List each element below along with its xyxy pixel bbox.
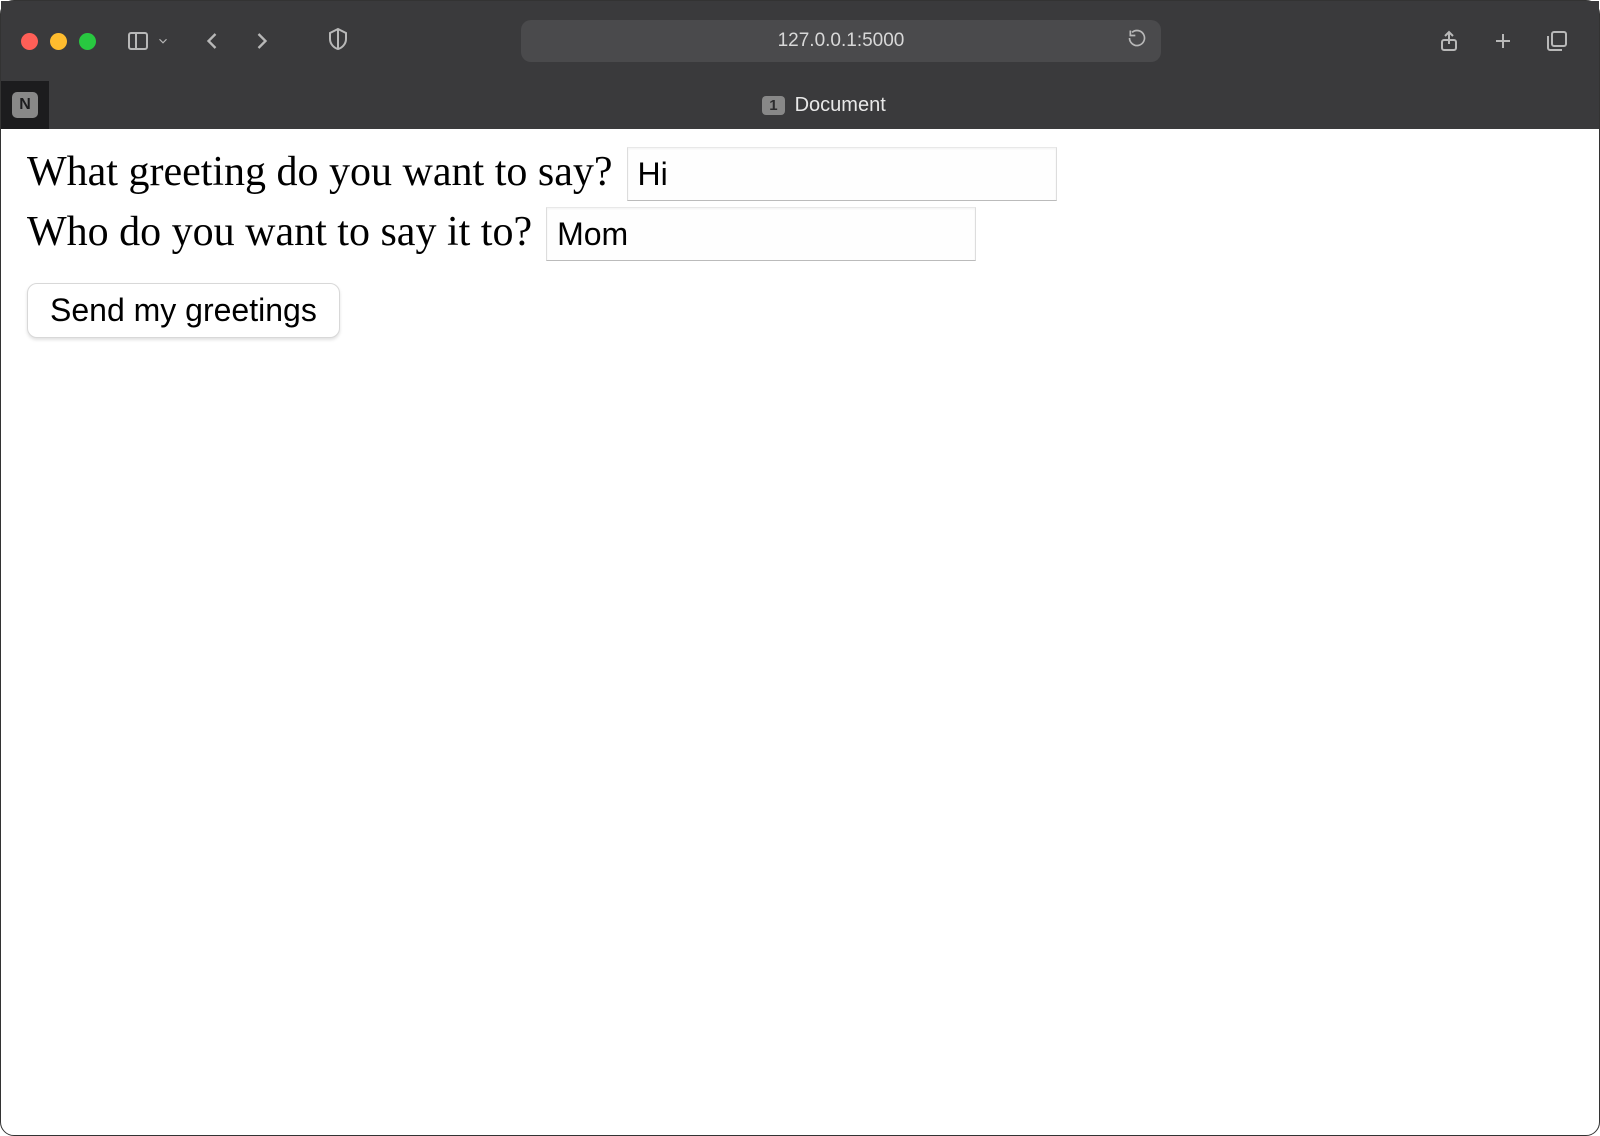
- chevron-down-icon: [156, 34, 170, 48]
- new-tab-button[interactable]: [1491, 29, 1515, 53]
- tab-title: Document: [795, 94, 886, 117]
- recipient-row: Who do you want to say it to?: [27, 207, 1573, 261]
- favicon-icon: N: [12, 92, 38, 118]
- share-button[interactable]: [1437, 29, 1461, 53]
- reload-button[interactable]: [1127, 28, 1147, 54]
- shield-icon: [326, 27, 350, 51]
- back-button[interactable]: [198, 27, 226, 55]
- sidebar-toggle[interactable]: [126, 29, 170, 53]
- sidebar-icon: [126, 29, 150, 53]
- reload-icon: [1127, 28, 1147, 48]
- window-controls: [21, 33, 96, 50]
- tabs-overview-button[interactable]: [1545, 29, 1569, 53]
- pinned-tab[interactable]: N: [1, 81, 49, 129]
- tab-bar: N 1 Document: [1, 81, 1599, 129]
- active-tab[interactable]: 1 Document: [49, 81, 1599, 129]
- address-bar[interactable]: 127.0.0.1:5000: [521, 20, 1161, 62]
- minimize-window-button[interactable]: [50, 33, 67, 50]
- submit-button[interactable]: Send my greetings: [27, 283, 340, 338]
- forward-button[interactable]: [248, 27, 276, 55]
- privacy-shield-button[interactable]: [326, 27, 350, 56]
- toolbar-right: [1437, 29, 1579, 53]
- greeting-label: What greeting do you want to say?: [27, 148, 613, 196]
- close-window-button[interactable]: [21, 33, 38, 50]
- nav-buttons: [198, 27, 276, 55]
- browser-chrome: 127.0.0.1:5000: [1, 1, 1599, 129]
- tab-count-badge: 1: [762, 96, 784, 115]
- address-bar-url: 127.0.0.1:5000: [778, 30, 905, 52]
- recipient-label: Who do you want to say it to?: [27, 208, 532, 256]
- page-content: What greeting do you want to say? Who do…: [1, 129, 1599, 356]
- greeting-input[interactable]: [627, 147, 1057, 201]
- maximize-window-button[interactable]: [79, 33, 96, 50]
- browser-toolbar: 127.0.0.1:5000: [1, 1, 1599, 81]
- recipient-input[interactable]: [546, 207, 976, 261]
- greeting-row: What greeting do you want to say?: [27, 147, 1573, 201]
